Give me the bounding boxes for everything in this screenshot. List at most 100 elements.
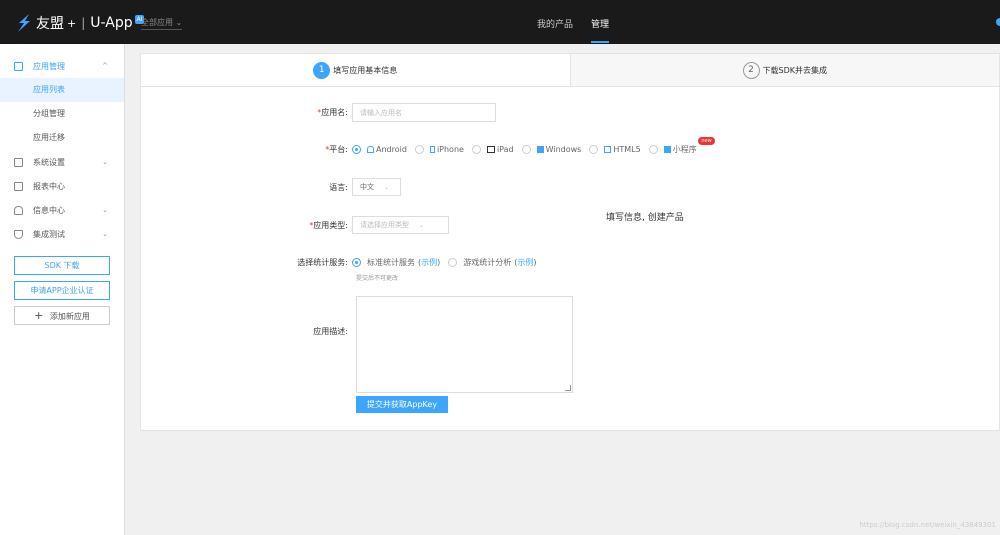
radio-label: Android: [376, 145, 407, 154]
app-name-row: *应用名: 请输入应用名: [141, 103, 496, 122]
watermark: https://blog.csdn.net/weixin_43849301: [859, 521, 996, 529]
app-selector[interactable]: 全部应用 ⌄: [141, 17, 183, 30]
language-row: 语言: 中文 ⌄: [141, 178, 401, 196]
sidebar-group-label: 信息中心: [33, 205, 65, 215]
platform-label: *平台:: [325, 145, 348, 154]
sidebar-group-label: 应用管理: [33, 61, 65, 71]
sidebar-group-label: 系统设置: [33, 157, 65, 167]
sidebar-group-reports[interactable]: 报表中心: [0, 174, 124, 198]
radio-label: Windows: [545, 145, 582, 154]
add-app-button[interactable]: + 添加新应用: [14, 306, 110, 325]
chevron-down-icon: ⌄: [102, 158, 108, 166]
sidebar-item-group-management[interactable]: 分组管理: [0, 102, 124, 126]
language-value: 中文: [360, 183, 374, 191]
radio-circle: [352, 145, 361, 154]
app-type-placeholder: 请选择应用类型: [360, 221, 409, 229]
platform-ipad-radio[interactable]: iPad: [471, 145, 514, 154]
iphone-icon: [429, 146, 435, 153]
step-number: 2: [742, 61, 760, 79]
shield-icon: [14, 229, 23, 239]
app-name-input[interactable]: 请输入应用名: [352, 103, 496, 122]
radio-circle: [352, 258, 361, 267]
platform-html5-radio[interactable]: HTML5: [589, 145, 641, 154]
service-standard-radio[interactable]: 标准统计服务(示例): [352, 257, 440, 268]
umeng-logo-icon: [18, 14, 30, 32]
app-grid-icon: [14, 61, 23, 71]
service-game-example-link[interactable]: 示例: [517, 257, 533, 268]
desc-label: 应用描述:: [313, 327, 348, 336]
service-label: 选择统计服务:: [297, 258, 348, 267]
logo[interactable]: 友盟 + | U-App AI: [16, 14, 145, 32]
settings-icon: [14, 157, 23, 167]
sidebar-group-label: 集成测试: [33, 229, 65, 239]
step-label: 填写应用基本信息: [333, 65, 398, 75]
nav-management[interactable]: 管理: [591, 17, 610, 43]
sidebar-item-app-list[interactable]: 应用列表: [0, 78, 124, 102]
enterprise-cert-button[interactable]: 申请APP企业认证: [14, 281, 110, 300]
radio-label: 标准统计服务: [367, 258, 415, 267]
sidebar-item-app-migration[interactable]: 应用迁移: [0, 126, 124, 150]
sidebar-group-integration-test[interactable]: 集成测试 ⌄: [0, 222, 124, 246]
platform-options: Android iPhone iPad Windows HTML5 小程序 new: [352, 137, 715, 155]
top-nav: 我的产品 管理: [537, 17, 610, 43]
app-name-label: *应用名:: [317, 108, 348, 117]
service-hint: 提交后不可更改: [356, 275, 399, 282]
android-icon: [367, 146, 374, 153]
submit-get-appkey-button[interactable]: 提交并获取AppKey: [356, 396, 448, 413]
sidebar-group-messages[interactable]: 信息中心 ⌄: [0, 198, 124, 222]
radio-circle: [471, 145, 481, 154]
create-app-card: 1 填写应用基本信息 2 下载SDK并去集成 *应用名: 请输入应用名 *平台:…: [140, 53, 1000, 431]
radio-label: 游戏统计分析: [463, 258, 512, 267]
miniprogram-icon: [663, 146, 671, 153]
service-standard-example-link[interactable]: 示例: [421, 257, 437, 268]
radio-circle: [448, 258, 458, 267]
user-avatar[interactable]: [996, 18, 1000, 26]
radio-circle: [648, 145, 658, 154]
platform-row: *平台: Android iPhone iPad Windows HTML5 小…: [141, 137, 715, 155]
step-number: 1: [313, 61, 331, 79]
chevron-down-icon: ⌄: [175, 18, 183, 27]
sdk-download-button[interactable]: SDK 下载: [14, 256, 110, 275]
html5-icon: [604, 146, 612, 153]
plus-icon: +: [34, 309, 44, 322]
ipad-icon: [486, 146, 495, 153]
chevron-down-icon: ⌄: [102, 230, 108, 238]
sidebar-group-system-settings[interactable]: 系统设置 ⌄: [0, 150, 124, 174]
nav-my-products[interactable]: 我的产品: [537, 17, 573, 30]
sidebar-group-label: 报表中心: [33, 181, 65, 191]
brand-divider: |: [81, 16, 86, 30]
brand-name: 友盟: [36, 16, 64, 32]
step-indicator: 1 填写应用基本信息 2 下载SDK并去集成: [141, 54, 999, 87]
chevron-down-icon: ⌄: [102, 206, 108, 214]
chevron-down-icon: ⌄: [384, 183, 390, 191]
create-product-tip: 填写信息, 创建产品: [606, 213, 684, 223]
radio-label: iPhone: [436, 145, 464, 154]
app-selector-label: 全部应用: [141, 18, 173, 27]
radio-circle: [589, 145, 599, 154]
windows-icon: [536, 146, 544, 153]
radio-label: HTML5: [613, 145, 641, 154]
step-2: 2 下载SDK并去集成: [571, 54, 1000, 86]
radio-circle: [414, 145, 424, 154]
service-row: 选择统计服务: 标准统计服务(示例) 游戏统计分析(示例): [141, 257, 545, 268]
language-select[interactable]: 中文 ⌄: [352, 178, 401, 196]
app-description-textarea[interactable]: [356, 296, 573, 393]
bell-icon: [14, 205, 23, 215]
radio-label: iPad: [496, 145, 514, 154]
app-type-select[interactable]: 请选择应用类型 ⌄: [352, 216, 449, 234]
add-app-label: 添加新应用: [49, 312, 90, 321]
radio-circle: [521, 145, 531, 154]
service-game-radio[interactable]: 游戏统计分析(示例): [448, 257, 537, 268]
language-label: 语言:: [329, 182, 348, 192]
platform-miniprogram-radio[interactable]: 小程序 new: [648, 137, 715, 155]
platform-windows-radio[interactable]: Windows: [521, 145, 582, 154]
desc-row: 应用描述:: [141, 326, 352, 337]
product-name: U-App: [90, 15, 133, 31]
app-type-row: *应用类型: 请选择应用类型 ⌄: [141, 216, 449, 234]
sidebar-group-app-management[interactable]: 应用管理 ^: [0, 54, 124, 78]
chevron-up-icon: ^: [102, 62, 108, 70]
platform-android-radio[interactable]: Android: [352, 145, 407, 154]
app-type-label: *应用类型:: [309, 220, 348, 230]
top-bar: 友盟 + | U-App AI 全部应用 ⌄ 我的产品 管理: [0, 0, 1000, 44]
platform-iphone-radio[interactable]: iPhone: [414, 145, 464, 154]
